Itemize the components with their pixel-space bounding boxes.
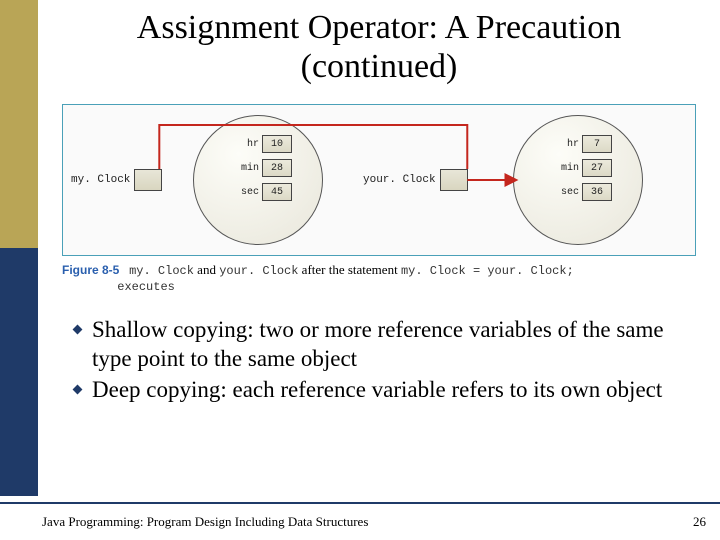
footer-divider — [0, 502, 720, 504]
figure-code-c: my. Clock = your. Clock; — [401, 264, 574, 278]
var-yourclock: your. Clock — [363, 169, 468, 191]
figure-code-a: my. Clock — [129, 264, 194, 278]
obj1-min-label: min — [233, 163, 259, 174]
var-myclock: my. Clock — [71, 169, 162, 191]
figure-diagram: my. Clock your. Clock hr 10 min 28 — [63, 105, 695, 255]
title-line-1: Assignment Operator: A Precaution — [137, 9, 621, 46]
figure-text-a: and — [194, 262, 219, 277]
slide-title: Assignment Operator: A Precaution (conti… — [38, 0, 720, 86]
bullet-2: Deep copying: each reference variable re… — [74, 376, 692, 405]
slide-content: Assignment Operator: A Precaution (conti… — [38, 0, 720, 540]
figure-frame: my. Clock your. Clock hr 10 min 28 — [62, 104, 696, 256]
var-myclock-label: my. Clock — [71, 174, 130, 186]
figure-code-b: your. Clock — [219, 264, 298, 278]
footer-text: Java Programming: Program Design Includi… — [42, 514, 368, 530]
object-1-fields: hr 10 min 28 sec 45 — [233, 135, 292, 207]
bullet-1: Shallow copying: two or more reference v… — [74, 316, 692, 374]
obj2-min-label: min — [553, 163, 579, 174]
obj1-hr-val: 10 — [262, 135, 292, 153]
object-2-fields: hr 7 min 27 sec 36 — [553, 135, 612, 207]
figure-text-c: executes — [117, 280, 175, 294]
page-number: 26 — [693, 514, 706, 530]
var-yourclock-cell — [440, 169, 468, 191]
side-accent — [0, 0, 38, 496]
title-line-2: (continued) — [301, 48, 458, 85]
bullet-list: Shallow copying: two or more reference v… — [74, 316, 692, 404]
obj1-min-val: 28 — [262, 159, 292, 177]
obj1-hr-label: hr — [233, 139, 259, 150]
obj2-hr-val: 7 — [582, 135, 612, 153]
obj1-sec-val: 45 — [262, 183, 292, 201]
obj2-sec-val: 36 — [582, 183, 612, 201]
var-myclock-cell — [134, 169, 162, 191]
obj2-sec-label: sec — [553, 187, 579, 198]
figure-caption: Figure 8-5 my. Clock and your. Clock aft… — [38, 256, 720, 294]
footer: Java Programming: Program Design Includi… — [42, 514, 706, 530]
obj2-min-val: 27 — [582, 159, 612, 177]
var-yourclock-label: your. Clock — [363, 174, 436, 186]
obj2-hr-label: hr — [553, 139, 579, 150]
figure-label: Figure 8-5 — [62, 263, 119, 277]
obj1-sec-label: sec — [233, 187, 259, 198]
figure-text-b: after the statement — [298, 262, 401, 277]
